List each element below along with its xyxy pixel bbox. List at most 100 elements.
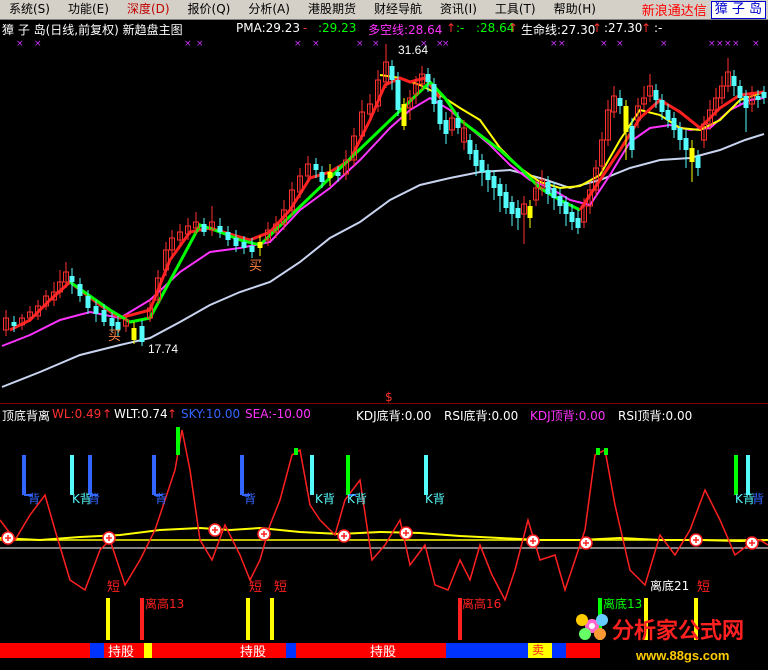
signal-x-mark: × bbox=[558, 39, 566, 49]
candle-body bbox=[257, 242, 263, 248]
hold-status-strip bbox=[0, 643, 600, 670]
candle-body bbox=[327, 172, 333, 178]
candle-body bbox=[139, 326, 145, 342]
buy-marker-2: 买 bbox=[249, 259, 262, 274]
ma-red-line bbox=[9, 76, 442, 332]
candle-body bbox=[455, 118, 461, 128]
candle-body bbox=[677, 128, 683, 140]
candle-body bbox=[109, 318, 115, 326]
candle-body bbox=[503, 192, 509, 208]
short-label-2: 短 bbox=[249, 580, 262, 595]
signal-x-mark: × bbox=[356, 39, 364, 49]
bot-dev-label-2: 离底21 bbox=[650, 578, 689, 593]
signal-x-mark: × bbox=[16, 39, 24, 49]
candle-body bbox=[545, 182, 551, 194]
signal-x-mark: × bbox=[312, 39, 320, 49]
divergence-bar bbox=[746, 455, 750, 495]
status-segment bbox=[144, 643, 152, 658]
status-segment bbox=[566, 643, 600, 658]
price-low-label: 17.74 bbox=[148, 342, 178, 356]
signal-x-mark: × bbox=[294, 39, 302, 49]
candle-body bbox=[731, 76, 737, 86]
candle-body bbox=[131, 328, 137, 340]
dkx-line bbox=[1, 96, 765, 347]
candle-body bbox=[737, 86, 743, 98]
candle-body bbox=[689, 148, 695, 162]
flower-logo-icon bbox=[576, 614, 608, 640]
candle-body bbox=[629, 126, 635, 150]
back-label-4: 背 bbox=[244, 492, 256, 506]
divergence-bar bbox=[140, 598, 144, 640]
wl-line bbox=[0, 429, 768, 602]
candle-body bbox=[319, 172, 325, 182]
divergence-bar bbox=[596, 448, 600, 455]
candle-body bbox=[467, 140, 473, 154]
sell-label: 卖 bbox=[532, 643, 544, 657]
divergence-bar bbox=[246, 598, 250, 640]
divergence-bar bbox=[22, 455, 26, 495]
candle-body bbox=[77, 284, 83, 296]
candle-body bbox=[93, 306, 99, 314]
candle-body bbox=[69, 276, 75, 282]
candle-body bbox=[85, 296, 91, 308]
status-segment bbox=[0, 643, 90, 658]
back-label-5: 背 bbox=[752, 492, 764, 506]
divergence-bar bbox=[176, 427, 180, 455]
candle-body bbox=[497, 184, 503, 196]
signal-x-mark: × bbox=[442, 39, 450, 49]
chart-canvas[interactable]: × × × × × × × × × ×× × × × × × × × × × × 31.64 17.74 买 买 $ … bbox=[0, 0, 768, 670]
signal-x-mark: × bbox=[716, 39, 724, 49]
signal-x-mark: × bbox=[196, 39, 204, 49]
candle-body bbox=[683, 138, 689, 150]
divergence-bar bbox=[294, 448, 298, 455]
signal-x-mark: × bbox=[752, 39, 760, 49]
candle-body bbox=[563, 202, 569, 214]
candle-body bbox=[225, 232, 231, 240]
candle-body bbox=[401, 104, 407, 126]
price-high-label: 31.64 bbox=[398, 43, 428, 57]
status-segment bbox=[552, 643, 566, 658]
divergence-bar bbox=[346, 455, 350, 495]
buy-marker-1: 买 bbox=[108, 329, 121, 344]
candle-body bbox=[575, 218, 581, 228]
divergence-bar bbox=[106, 598, 110, 640]
candle-body bbox=[101, 310, 107, 322]
k-back-label-2: K背 bbox=[315, 492, 335, 506]
candle-body bbox=[557, 196, 563, 206]
top-dev-label-2: 离高16 bbox=[462, 596, 501, 611]
signal-x-mark: × bbox=[34, 39, 42, 49]
divergence-bar bbox=[88, 455, 92, 495]
watermark-url: www.88gs.com bbox=[635, 648, 729, 663]
short-label-3: 短 bbox=[274, 580, 287, 595]
back-label-3: 背 bbox=[155, 492, 167, 506]
candle-body bbox=[217, 226, 223, 232]
top-dev-label-1: 离高13 bbox=[145, 596, 184, 611]
candle-body bbox=[509, 202, 515, 214]
status-segment bbox=[152, 643, 232, 658]
candle-body bbox=[761, 92, 767, 98]
dollar-marker: $ bbox=[385, 390, 393, 404]
candle-body bbox=[389, 66, 395, 80]
signal-x-mark: × bbox=[732, 39, 740, 49]
bot-dev-label-1: 离底13 bbox=[603, 596, 642, 611]
life-line bbox=[1, 133, 765, 388]
candle-body bbox=[695, 156, 701, 168]
divergence-bar bbox=[734, 455, 738, 495]
candle-body bbox=[241, 242, 247, 248]
candle-body bbox=[515, 208, 521, 218]
crossover-markers bbox=[1, 523, 759, 550]
candle-body bbox=[437, 100, 443, 124]
hold-label-1: 持股 bbox=[108, 645, 134, 660]
candle-body bbox=[491, 176, 497, 188]
signal-x-mark: × bbox=[708, 39, 716, 49]
divergence-bar bbox=[270, 598, 274, 640]
divergence-bar bbox=[240, 455, 244, 495]
signal-x-mark: × bbox=[724, 39, 732, 49]
hold-label-2: 持股 bbox=[240, 645, 266, 660]
divergence-bar bbox=[70, 455, 74, 495]
candle-body bbox=[569, 212, 575, 222]
candle-body bbox=[527, 206, 533, 218]
short-label-4: 短 bbox=[697, 580, 710, 595]
signal-x-mark: × bbox=[184, 39, 192, 49]
candle-body bbox=[755, 96, 761, 100]
